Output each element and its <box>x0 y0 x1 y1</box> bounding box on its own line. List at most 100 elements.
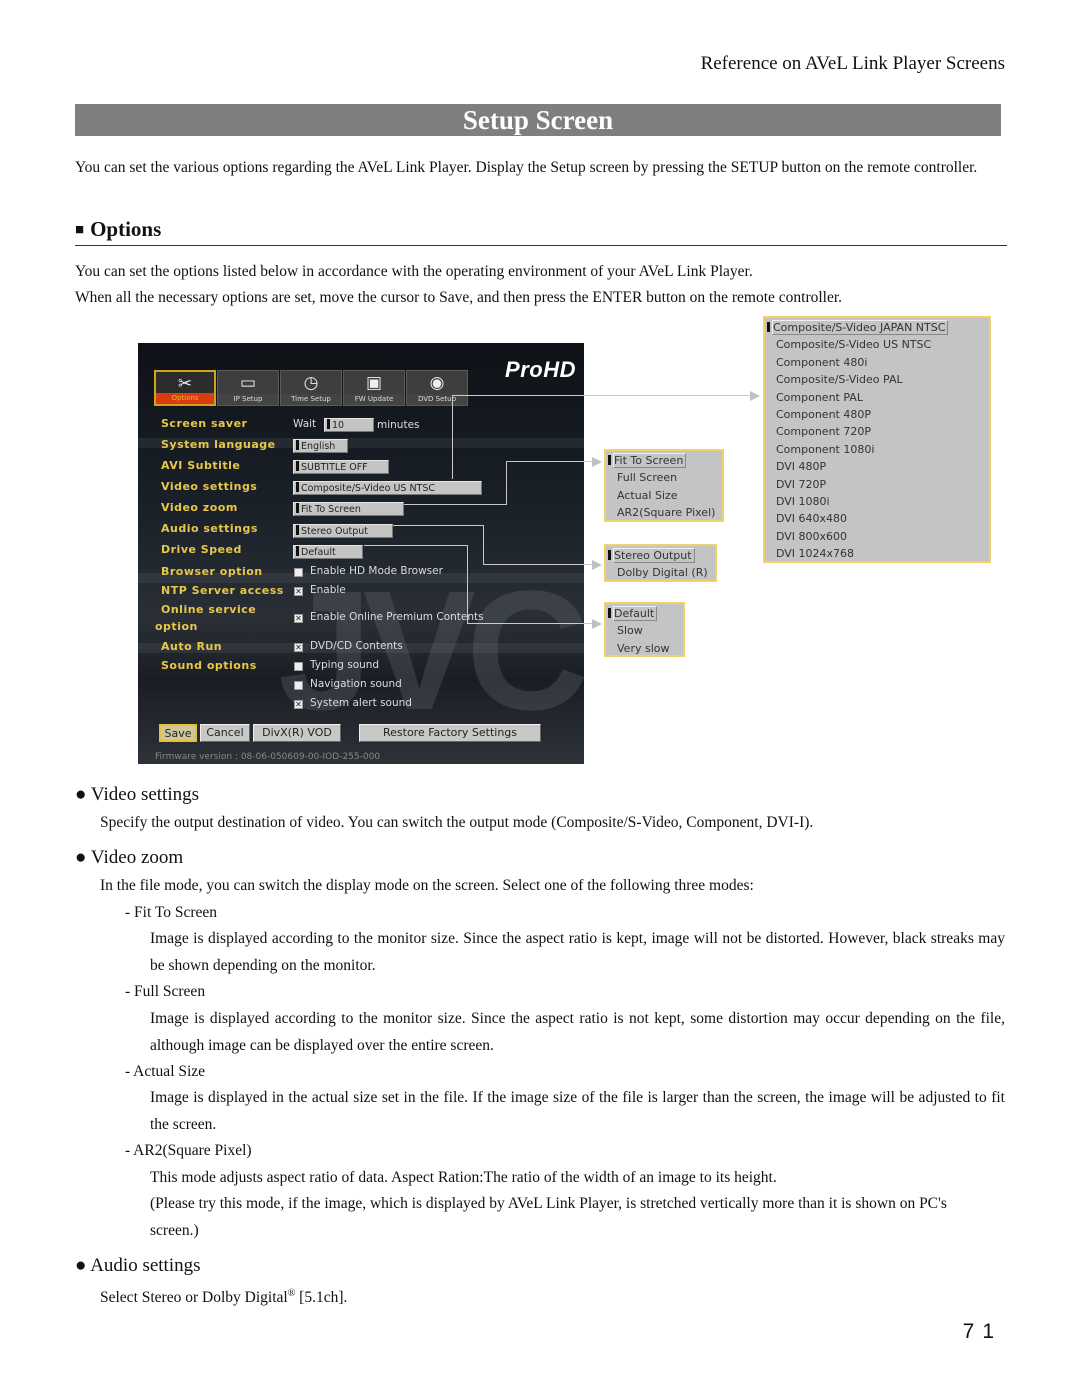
text-cursor <box>608 550 611 560</box>
navigation-sound-checkbox[interactable] <box>294 681 303 690</box>
page-number: 71 <box>962 1320 1002 1343</box>
dropdown-option[interactable]: Very slow <box>608 640 681 657</box>
dropdown-option[interactable]: Composite/S-Video JAPAN NTSC <box>767 319 987 336</box>
connector-line <box>483 564 594 565</box>
dropdown-option[interactable]: Dolby Digital (R) <box>608 564 713 581</box>
setup-tabs: ✂ Options ▭ IP Setup ◷ Time Setup ▣ FW U… <box>154 370 469 406</box>
connector-line <box>467 623 594 624</box>
audio-settings-select[interactable]: Stereo Output <box>293 524 393 538</box>
avi-subtitle-select[interactable]: SUBTITLE OFF <box>293 460 389 474</box>
firmware-version: Firmware version : 08-06-050609-00-IOD-2… <box>155 752 381 762</box>
text-cursor <box>767 322 770 332</box>
tab-label: Time Setup <box>281 394 341 405</box>
dropdown-option[interactable]: Fit To Screen <box>608 452 720 469</box>
label-video-settings: Video settings <box>161 480 258 493</box>
text-cursor <box>327 419 330 429</box>
video-zoom-select[interactable]: Fit To Screen <box>293 502 404 516</box>
system-alert-sound-text: System alert sound <box>310 697 412 709</box>
system-language-select[interactable]: English <box>293 439 348 453</box>
mode-name-full-screen: - Full Screen <box>125 983 206 1000</box>
text-cursor <box>296 482 299 492</box>
mode-name-actual-size: - Actual Size <box>125 1063 206 1080</box>
save-button[interactable]: Save <box>159 724 197 742</box>
system-alert-sound-checkbox[interactable]: ✕ <box>294 700 303 709</box>
dropdown-option[interactable]: AR2(Square Pixel) <box>608 504 720 521</box>
mode-text-fit-to-screen: Image is displayed according to the moni… <box>150 930 1005 974</box>
restore-factory-settings-button[interactable]: Restore Factory Settings <box>359 724 541 742</box>
text-cursor <box>296 461 299 471</box>
label-auto-run: Auto Run <box>161 640 223 653</box>
video-settings-dropdown: Composite/S-Video JAPAN NTSC Composite/S… <box>763 316 991 563</box>
label-online-service-line2: option <box>155 620 198 633</box>
dropdown-option[interactable]: DVI 480P <box>767 458 987 475</box>
video-zoom-heading: ● Video zoom <box>75 847 184 868</box>
divx-vod-button[interactable]: DivX(R) VOD <box>253 724 341 742</box>
dropdown-option[interactable]: DVI 800x600 <box>767 528 987 545</box>
tab-dvd-setup[interactable]: ◉ DVD Setup <box>406 370 468 406</box>
online-service-checkbox[interactable]: ✕ <box>294 614 303 623</box>
label-avi-subtitle: AVI Subtitle <box>161 459 241 472</box>
tab-label: Options <box>156 393 214 404</box>
drive-speed-select[interactable]: Default <box>293 545 363 559</box>
video-settings-select[interactable]: Composite/S-Video US NTSC <box>293 481 482 495</box>
label-ntp-server: NTP Server access <box>161 584 284 597</box>
connector-line <box>364 545 468 546</box>
mode-text-actual-size: Image is displayed in the actual size se… <box>150 1089 1005 1133</box>
cancel-button[interactable]: Cancel <box>200 724 250 742</box>
text-cursor <box>296 440 299 450</box>
connector-line <box>452 395 752 396</box>
dropdown-option[interactable]: Actual Size <box>608 487 720 504</box>
label-browser-option: Browser option <box>161 565 263 578</box>
running-head: Reference on AVeL Link Player Screens <box>700 53 1005 74</box>
options-intro-line-2: When all the necessary options are set, … <box>75 289 843 306</box>
dropdown-option[interactable]: Full Screen <box>608 469 720 486</box>
setup-screen-capture: JVC ProHD ✂ Options ▭ IP Setup ◷ Time Se… <box>138 343 584 764</box>
screen-saver-minutes-input[interactable]: 10 <box>324 418 374 432</box>
tab-label: IP Setup <box>218 394 278 405</box>
tab-options[interactable]: ✂ Options <box>154 370 216 406</box>
connector-line <box>506 461 507 505</box>
auto-run-checkbox[interactable]: ✕ <box>294 643 303 652</box>
dropdown-option[interactable]: Component 480i <box>767 354 987 371</box>
dropdown-option[interactable]: Composite/S-Video US NTSC <box>767 336 987 353</box>
ntp-server-checkbox[interactable]: ✕ <box>294 587 303 596</box>
tools-icon: ✂ <box>177 374 193 394</box>
section-heading-text: Options <box>90 217 162 241</box>
dropdown-option[interactable]: Stereo Output <box>608 547 713 564</box>
text-cursor <box>296 546 299 556</box>
tab-fw-update[interactable]: ▣ FW Update <box>343 370 405 406</box>
label-drive-speed: Drive Speed <box>161 543 242 556</box>
dropdown-option[interactable]: Slow <box>608 622 681 639</box>
dropdown-option[interactable]: Component PAL <box>767 389 987 406</box>
typing-sound-checkbox[interactable] <box>294 662 303 671</box>
section-heading-options: ■ Options <box>75 217 1007 246</box>
connector-line <box>452 395 453 479</box>
intro-paragraph: You can set the various options regardin… <box>75 159 978 176</box>
mode-text-full-screen: Image is displayed according to the moni… <box>150 1010 1005 1054</box>
dropdown-option[interactable]: DVI 1080i <box>767 493 987 510</box>
typing-sound-text: Typing sound <box>310 659 380 671</box>
bullet-icon: ● <box>75 847 87 868</box>
dropdown-option[interactable]: Component 720P <box>767 423 987 440</box>
chip-icon: ▣ <box>365 373 383 393</box>
browser-option-checkbox[interactable] <box>294 568 303 577</box>
drive-speed-dropdown: Default Slow Very slow <box>604 602 685 657</box>
dropdown-option[interactable]: Default <box>608 605 681 622</box>
screen-saver-suffix: minutes <box>377 419 420 431</box>
tab-ip-setup[interactable]: ▭ IP Setup <box>217 370 279 406</box>
text-cursor <box>608 455 611 465</box>
label-online-service: Online service <box>161 603 257 616</box>
dropdown-option[interactable]: DVI 720P <box>767 476 987 493</box>
label-screen-saver: Screen saver <box>161 417 248 430</box>
arrow-right-icon <box>592 619 602 629</box>
dropdown-option[interactable]: DVI 1024x768 <box>767 545 987 562</box>
options-intro-line-1: You can set the options listed below in … <box>75 263 753 280</box>
audio-settings-dropdown: Stereo Output Dolby Digital (R) <box>604 544 717 582</box>
dropdown-option[interactable]: Component 480P <box>767 406 987 423</box>
dropdown-option[interactable]: DVI 640x480 <box>767 510 987 527</box>
dropdown-option[interactable]: Component 1080i <box>767 441 987 458</box>
browser-option-text: Enable HD Mode Browser <box>310 565 443 577</box>
dropdown-option[interactable]: Composite/S-Video PAL <box>767 371 987 388</box>
auto-run-text: DVD/CD Contents <box>310 640 403 652</box>
tab-time-setup[interactable]: ◷ Time Setup <box>280 370 342 406</box>
